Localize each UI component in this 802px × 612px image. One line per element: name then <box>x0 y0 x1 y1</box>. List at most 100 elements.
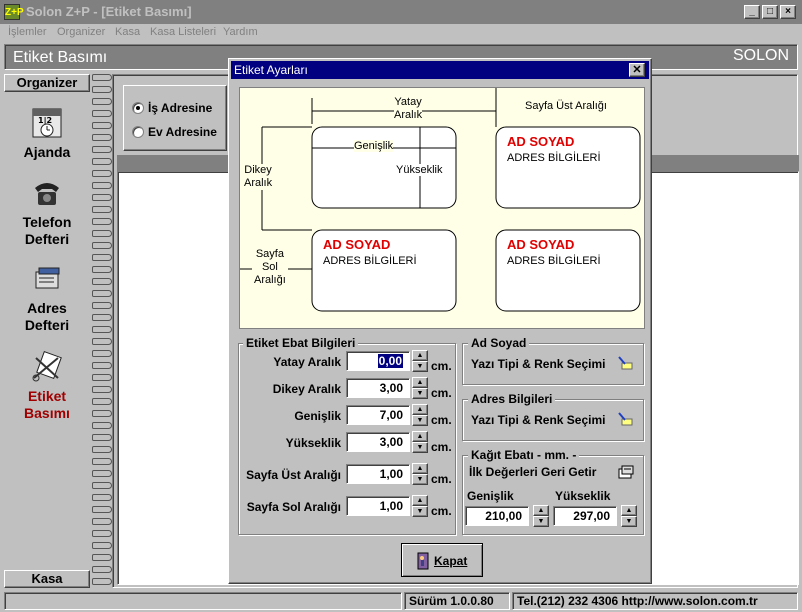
paper-height-label: Yükseklik <box>555 489 611 503</box>
field-label: Sayfa Üst Aralığı <box>246 468 341 482</box>
spiral-binding <box>92 70 112 590</box>
dikey-aralik-input[interactable]: 3,00 <box>346 378 410 398</box>
spiral-ring <box>92 542 112 549</box>
sidebar-item-label: Adres <box>27 300 67 316</box>
sidebar-item-adres[interactable]: Adres Defteri <box>4 262 90 334</box>
yukseklik-input[interactable]: 3,00 <box>346 432 410 452</box>
menu-yardim[interactable]: Yardım <box>223 26 258 38</box>
spiral-ring <box>92 230 112 237</box>
spiral-ring <box>92 302 112 309</box>
sidebar: Organizer 1|2 Ajanda Telefon Defteri Adr… <box>4 72 90 590</box>
sidebar-kasa-header[interactable]: Kasa <box>4 570 90 588</box>
label-print-icon <box>30 350 64 384</box>
sample-name: AD SOYAD <box>507 237 575 252</box>
menu-bar: İşlemler Organizer Kasa Kasa Listeleri Y… <box>0 24 802 42</box>
yukseklik-spinner[interactable]: ▲ ▼ <box>412 431 428 453</box>
spiral-ring <box>92 458 112 465</box>
close-window-button[interactable]: × <box>780 5 796 19</box>
spiral-ring <box>92 518 112 525</box>
spiral-ring <box>92 98 112 105</box>
dikey-aralik-spinner[interactable]: ▲ ▼ <box>412 377 428 399</box>
spiral-ring <box>92 170 112 177</box>
status-cell-empty <box>4 592 402 610</box>
genislik-input[interactable]: 7,00 <box>346 405 410 425</box>
unit-label: cm. <box>431 472 452 486</box>
layout-diagram <box>240 88 641 312</box>
sidebar-item-label: Etiket <box>27 388 67 404</box>
paper-width-spinner[interactable]: ▲ ▼ <box>533 505 549 527</box>
font-color-icon[interactable] <box>617 412 633 426</box>
address-font-button[interactable]: Yazı Tipi & Renk Seçimi <box>471 413 606 427</box>
sidebar-item-etiket[interactable]: Etiket Basımı <box>4 350 90 422</box>
unit-label: cm. <box>431 440 452 454</box>
dikey-aralik-label: Dikey Aralık <box>244 164 273 190</box>
status-version: Sürüm 1.0.0.80 <box>404 592 510 610</box>
spiral-ring <box>92 74 112 81</box>
name-font-title: Ad Soyad <box>468 336 530 350</box>
sidebar-organizer-header[interactable]: Organizer <box>4 74 90 92</box>
field-label: Yükseklik <box>285 436 341 450</box>
spiral-ring <box>92 494 112 501</box>
menu-organizer[interactable]: Organizer <box>57 26 105 38</box>
sidebar-item-label: Defteri <box>24 317 70 333</box>
phone-icon <box>30 176 64 210</box>
spiral-ring <box>92 158 112 165</box>
reset-defaults-button[interactable]: İlk Değerleri Geri Getir <box>469 465 596 479</box>
sayfa-ust-spinner[interactable]: ▲ ▼ <box>412 463 428 485</box>
sayfa-sol-input[interactable]: 1,00 <box>346 496 410 516</box>
sidebar-item-ajanda[interactable]: 1|2 Ajanda <box>4 106 90 161</box>
spiral-ring <box>92 386 112 393</box>
sidebar-item-label: Ajanda <box>23 144 71 160</box>
menu-kasa[interactable]: Kasa <box>115 26 140 38</box>
svg-text:1|2: 1|2 <box>38 116 52 125</box>
yatay-aralik-input[interactable]: 0,00 <box>346 351 410 371</box>
sayfa-sol-label: Sayfa Sol Aralığı <box>252 248 288 287</box>
field-label: Genişlik <box>294 409 341 423</box>
window-titlebar[interactable]: Z+P Solon Z+P - [Etiket Basımı] _ □ × <box>0 0 802 24</box>
minimize-button[interactable]: _ <box>744 5 760 19</box>
maximize-button[interactable]: □ <box>762 5 778 19</box>
spiral-ring <box>92 314 112 321</box>
dialog-close-button[interactable]: ✕ <box>629 63 645 77</box>
paper-height-spinner[interactable]: ▲ ▼ <box>621 505 637 527</box>
sample-name: AD SOYAD <box>323 237 391 252</box>
spiral-ring <box>92 566 112 573</box>
menu-kasa-listeleri[interactable]: Kasa Listeleri <box>150 26 216 38</box>
radio-is-adresi[interactable]: İş Adresine <box>132 100 226 116</box>
radio-ev-adresi[interactable]: Ev Adresine <box>132 124 226 140</box>
spiral-ring <box>92 434 112 441</box>
sidebar-item-telefon[interactable]: Telefon Defteri <box>4 176 90 248</box>
address-book-icon <box>30 262 64 296</box>
spiral-ring <box>92 422 112 429</box>
sample-address: ADRES BİLGİLERİ <box>507 152 601 164</box>
sidebar-item-label: Telefon <box>22 214 72 230</box>
paper-width-label: Genişlik <box>467 489 514 503</box>
menu-islemler[interactable]: İşlemler <box>8 26 47 38</box>
field-label: Sayfa Sol Aralığı <box>246 500 341 514</box>
sample-address: ADRES BİLGİLERİ <box>323 255 417 267</box>
spiral-ring <box>92 206 112 213</box>
label-layout-preview: Yatay Aralık Sayfa Üst Aralığı Genişlik Y… <box>239 87 645 329</box>
sample-address: ADRES BİLGİLERİ <box>507 255 601 267</box>
name-font-button[interactable]: Yazı Tipi & Renk Seçimi <box>471 357 606 371</box>
sayfa-ust-input[interactable]: 1,00 <box>346 464 410 484</box>
unit-label: cm. <box>431 359 452 373</box>
sayfa-sol-spinner[interactable]: ▲ ▼ <box>412 495 428 517</box>
label-settings-dialog: Etiket Ayarları ✕ Yatay Aralık Sayfa Üst … <box>228 58 652 584</box>
brand-label: SOLON <box>732 47 789 64</box>
kapat-button[interactable]: Kapat <box>401 543 483 577</box>
spiral-ring <box>92 554 112 561</box>
genislik-spinner[interactable]: ▲ ▼ <box>412 404 428 426</box>
yatay-aralik-spinner[interactable]: ▲ ▼ <box>412 350 428 372</box>
paper-height-input[interactable]: 297,00 <box>553 506 617 526</box>
spiral-ring <box>92 110 112 117</box>
radio-button[interactable] <box>132 126 144 138</box>
spiral-ring <box>92 86 112 93</box>
dialog-titlebar[interactable]: Etiket Ayarları ✕ <box>231 61 649 79</box>
font-color-icon[interactable] <box>617 356 633 370</box>
spiral-ring <box>92 182 112 189</box>
radio-button[interactable] <box>132 102 144 114</box>
paper-width-input[interactable]: 210,00 <box>465 506 529 526</box>
reset-icon[interactable] <box>618 465 634 479</box>
spiral-ring <box>92 266 112 273</box>
